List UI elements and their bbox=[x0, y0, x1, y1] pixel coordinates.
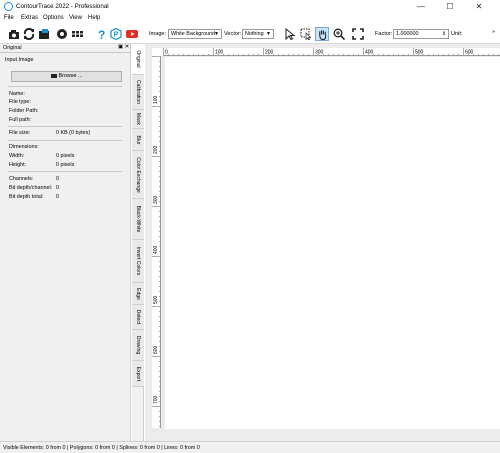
status-bar: Visible Elements: 0 from 0 | Polygons: 0… bbox=[0, 441, 500, 453]
settings-gear-icon[interactable] bbox=[56, 28, 68, 40]
ruler-label: 200 bbox=[265, 50, 274, 56]
vertical-tab-strip: Original Calibration Mask Blur Color Exc… bbox=[132, 44, 144, 441]
menu-file[interactable]: File bbox=[4, 15, 14, 21]
panel-title: Original bbox=[3, 45, 22, 51]
menu-help[interactable]: Help bbox=[88, 15, 100, 21]
contourtrace-icon[interactable]: P bbox=[110, 28, 122, 40]
svg-text:P: P bbox=[114, 32, 119, 39]
image-mode-value: White Background bbox=[171, 31, 216, 37]
ruler-label: 100 bbox=[153, 95, 159, 104]
factor-label: Factor: bbox=[375, 31, 393, 37]
help-icon[interactable]: ? bbox=[95, 28, 107, 40]
width-label: Width: bbox=[9, 153, 25, 159]
input-image-heading: Input Image bbox=[5, 57, 34, 63]
menu-view[interactable]: View bbox=[69, 15, 82, 21]
minimize-button[interactable]: — bbox=[410, 0, 432, 13]
image-mode-select[interactable]: White Background ▼ bbox=[168, 29, 222, 39]
width-value: 0 pixels bbox=[56, 153, 75, 159]
svg-text:?: ? bbox=[98, 28, 105, 40]
bit-depth-channel-label: Bit depth/channel: bbox=[9, 185, 53, 191]
menu-options[interactable]: Options bbox=[43, 15, 64, 21]
toolbar-overflow[interactable]: » bbox=[492, 29, 495, 35]
pointer-icon[interactable] bbox=[284, 28, 296, 40]
hand-icon bbox=[319, 30, 327, 40]
app-logo-icon bbox=[4, 2, 13, 11]
ruler-label: 400 bbox=[365, 50, 374, 56]
refresh-icon[interactable] bbox=[23, 28, 35, 40]
ruler-label: 300 bbox=[315, 50, 324, 56]
bit-depth-channel-value: 0 bbox=[56, 185, 59, 191]
original-panel: Original ▣ ✕ Input Image Browse ... Name… bbox=[0, 44, 131, 441]
separator bbox=[8, 140, 122, 141]
horizontal-ruler: 0 100 200 300 400 500 600 bbox=[163, 48, 500, 56]
file-type-label: File type: bbox=[9, 99, 31, 105]
ruler-label: 100 bbox=[215, 50, 224, 56]
separator bbox=[8, 126, 122, 127]
bit-depth-total-label: Bit depth total: bbox=[9, 194, 44, 200]
vector-mode-value: Nothing bbox=[245, 31, 264, 37]
menu-extras[interactable]: Extras bbox=[21, 15, 38, 21]
select-region-icon[interactable] bbox=[300, 28, 312, 40]
name-label: Name: bbox=[9, 91, 25, 97]
pan-hand-button[interactable] bbox=[315, 27, 329, 41]
file-size-label: File size: bbox=[9, 130, 31, 136]
spin-arrows-icon: ⇕ bbox=[441, 31, 446, 37]
separator bbox=[8, 171, 122, 172]
ruler-label: 500 bbox=[153, 295, 159, 304]
panel-divider bbox=[0, 52, 131, 53]
factor-input[interactable]: 1.000000 ⇕ bbox=[393, 29, 449, 39]
file-size-value: 0 KB (0 bytes) bbox=[56, 130, 91, 136]
browse-button[interactable]: Browse ... bbox=[11, 71, 122, 82]
separator bbox=[8, 86, 122, 87]
vector-label: Vector: bbox=[224, 31, 242, 37]
vector-mode-select[interactable]: Nothing ▼ bbox=[242, 29, 274, 39]
full-path-label: Full path: bbox=[9, 117, 32, 123]
vertical-ruler: 100 200 300 400 500 600 700 bbox=[152, 56, 161, 428]
status-text: Visible Elements: 0 from 0 | Polygons: 0… bbox=[3, 445, 200, 451]
browse-label: Browse ... bbox=[58, 73, 83, 79]
ruler-label: 300 bbox=[153, 195, 159, 204]
toolbar: ? P Image: White Background ▼ Vector: Not… bbox=[0, 24, 500, 44]
maximize-button[interactable]: ☐ bbox=[439, 0, 461, 13]
ruler-label: 400 bbox=[153, 245, 159, 254]
ruler-label: 700 bbox=[153, 395, 159, 404]
dimensions-label: Dimensions: bbox=[9, 144, 39, 150]
tab-label: Export bbox=[135, 366, 141, 381]
title-bar: ContourTrace 2022 - Professional — ☐ ✕ bbox=[0, 0, 500, 13]
ruler-label: 600 bbox=[465, 50, 474, 56]
open-folder-icon[interactable] bbox=[38, 28, 50, 40]
zoom-icon[interactable] bbox=[333, 28, 345, 40]
height-label: Height: bbox=[9, 162, 27, 168]
ruler-label: 0 bbox=[165, 50, 168, 56]
ruler-label: 500 bbox=[415, 50, 424, 56]
menu-bar: File Extras Options View Help bbox=[0, 13, 500, 23]
window-title: ContourTrace 2022 - Professional bbox=[16, 3, 109, 10]
drawing-canvas[interactable] bbox=[165, 57, 500, 429]
channels-label: Channels: bbox=[9, 176, 34, 182]
close-button[interactable]: ✕ bbox=[468, 0, 490, 13]
chevron-down-icon: ▼ bbox=[214, 31, 219, 37]
height-value: 0 pixels bbox=[56, 162, 75, 168]
image-label: Image: bbox=[149, 31, 167, 37]
channels-value: 0 bbox=[56, 176, 59, 182]
ruler-corner bbox=[152, 48, 163, 56]
grid-view-icon[interactable] bbox=[72, 28, 84, 40]
open-image-icon[interactable] bbox=[8, 28, 20, 40]
folder-path-label: Folder Path: bbox=[9, 108, 39, 114]
unit-label: Unit: bbox=[451, 31, 463, 37]
bit-depth-total-value: 0 bbox=[56, 194, 59, 200]
panel-window-buttons[interactable]: ▣ ✕ bbox=[118, 44, 129, 50]
fit-to-window-icon[interactable] bbox=[352, 28, 364, 40]
chevron-down-icon: ▼ bbox=[266, 31, 271, 37]
factor-value: 1.000000 bbox=[396, 31, 419, 37]
ruler-label: 200 bbox=[153, 145, 159, 154]
folder-icon bbox=[50, 73, 57, 78]
ruler-label: 600 bbox=[153, 345, 159, 354]
tab-export[interactable]: Export bbox=[132, 361, 144, 387]
